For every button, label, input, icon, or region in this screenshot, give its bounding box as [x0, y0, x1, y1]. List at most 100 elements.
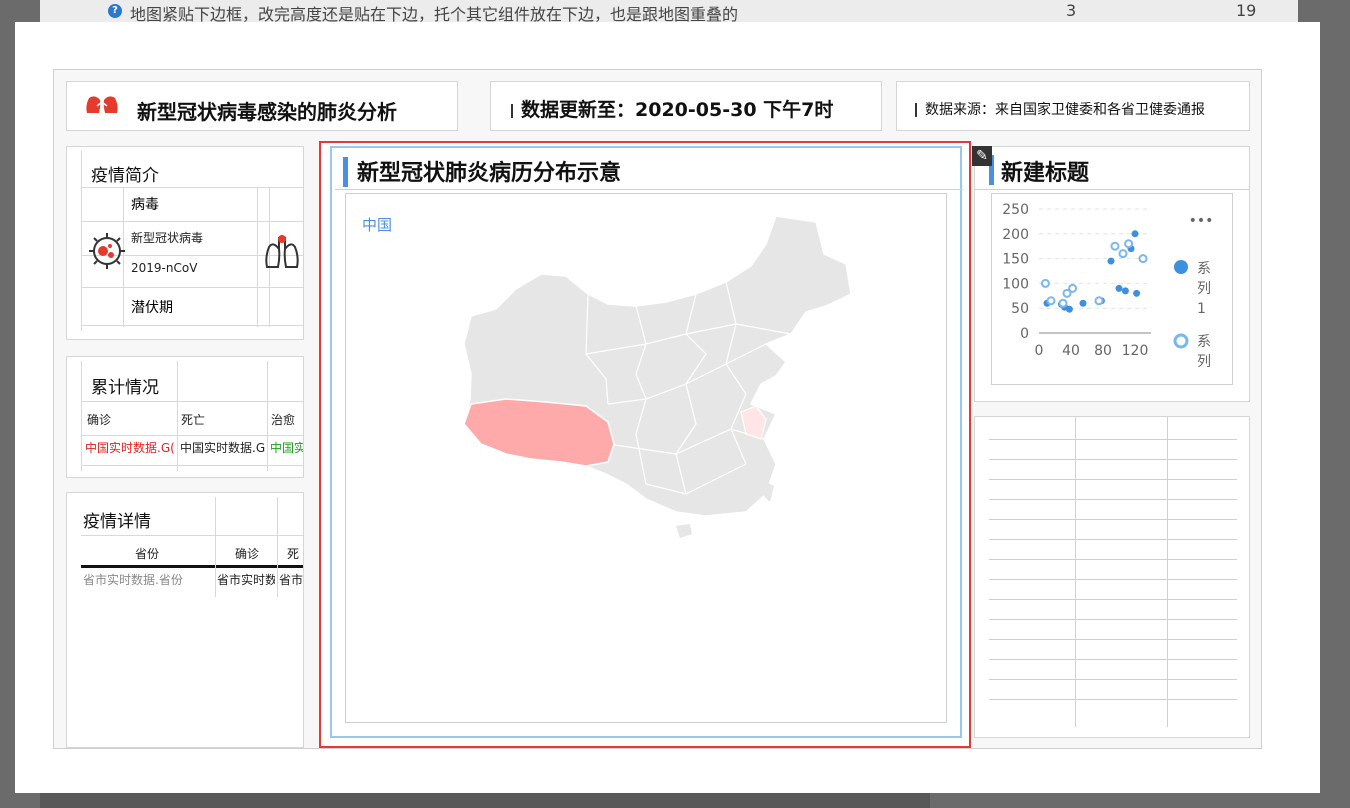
table-row-line: [989, 619, 1237, 620]
scatter-point: [1138, 254, 1148, 264]
virus-name: 新型冠状病毒: [131, 231, 204, 245]
legend-label-series-2: 系: [1197, 334, 1211, 350]
separator-bar: [915, 103, 917, 117]
table-row-line: [989, 659, 1237, 660]
table-row-line: [989, 579, 1237, 580]
table-row-line: [989, 679, 1237, 680]
scatter-point: [1121, 287, 1129, 295]
scatter-point: [1115, 284, 1123, 292]
map-area[interactable]: 中国: [345, 193, 947, 723]
header-title-pane[interactable]: 新型冠状病毒感染的肺炎分析: [66, 81, 458, 131]
legend-label-series-1: 系: [1197, 261, 1211, 277]
scatter-point: [1118, 249, 1128, 259]
y-tick-label: 200: [1002, 227, 1029, 243]
china-map[interactable]: [346, 194, 946, 722]
y-tick-label: 0: [1020, 326, 1029, 342]
table-col-line: [1075, 417, 1076, 727]
table-row-line: [989, 519, 1237, 520]
scatter-point: [1065, 305, 1073, 313]
confirmed-header: 确诊: [87, 413, 112, 427]
virus-label: 病毒: [131, 197, 159, 213]
cumulative-pane[interactable]: 累计情况 确诊 死亡 治愈 中国实时数据.G( 中国实时数据.G(TotalDe…: [66, 356, 304, 478]
confirmed-value: 中国实时数据.G(: [85, 441, 175, 455]
table-row-line: [989, 599, 1237, 600]
province-header: 省份: [135, 547, 160, 561]
lungs-outline-icon: [265, 235, 299, 268]
incubation-label: 潜伏期: [131, 300, 173, 316]
scatter-title: 新建标题: [1001, 161, 1090, 186]
scatter-point: [1131, 230, 1139, 238]
separator-bar: [511, 103, 513, 118]
scatter-point: [1068, 283, 1078, 293]
detail-pane[interactable]: 疫情详情 省份 确诊 死 省市实时数据.省份 省市实时数据.确 省市实时数据.死: [66, 492, 304, 748]
legend-marker-series-1: [1174, 260, 1188, 274]
cumulative-title: 累计情况: [91, 378, 159, 398]
scatter-point: [1124, 239, 1134, 249]
more-icon: •••: [1189, 213, 1214, 229]
scatter-point: [1058, 298, 1068, 308]
map-widget[interactable]: 新型冠状肺炎病历分布示意 中国: [319, 141, 971, 748]
legend-label-series-2: 列: [1197, 354, 1211, 370]
detail-title: 疫情详情: [83, 512, 151, 532]
death-header: 死亡: [181, 413, 206, 427]
scatter-point: [1040, 278, 1050, 288]
x-tick-label: 120: [1122, 343, 1149, 359]
table-row-line: [989, 439, 1237, 440]
virus-code: 2019-nCoV: [131, 261, 198, 275]
background-count-a: 3: [1066, 1, 1077, 20]
map-title: 新型冠状肺炎病历分布示意: [357, 161, 622, 186]
province-cell: 省市实时数据.省份: [83, 573, 183, 587]
background-row: ? 地图紧贴下边框，改完高度还是贴在下边，托个其它组件放在下边，也是跟地图重叠的…: [40, 0, 1298, 24]
y-tick-label: 50: [1011, 301, 1029, 317]
scatter-point: [1110, 241, 1120, 251]
scatter-point: [1107, 257, 1115, 265]
cured-value: 中国实时数据.G(To: [270, 441, 303, 455]
data-source: 数据来源：来自国家卫健委和各省卫健委通报: [915, 99, 1205, 119]
legend-label-series-1: 1: [1197, 301, 1206, 317]
table-row-line: [989, 499, 1237, 500]
death-col-header: 死: [287, 547, 300, 561]
x-tick-label: 0: [1035, 343, 1044, 359]
background-count-b: 19: [1236, 1, 1257, 20]
death-cell: 省市实时数据.死: [279, 573, 304, 587]
header-title: 新型冠状病毒感染的肺炎分析: [137, 100, 397, 124]
map-region-base[interactable]: [463, 215, 852, 517]
edit-icon[interactable]: ✎: [972, 146, 992, 166]
table-row-line: [989, 699, 1237, 700]
header-source-pane[interactable]: 数据来源：来自国家卫健委和各省卫健委通报: [896, 81, 1250, 131]
table-row-line: [989, 639, 1237, 640]
table-row-line: [989, 539, 1237, 540]
accent-bar: [343, 157, 348, 187]
background-toolbar: [40, 793, 930, 808]
lungs-icon: [86, 90, 118, 113]
intro-pane[interactable]: 疫情简介 病毒 新型冠状病毒 2019-nCoV 潜伏期: [66, 146, 304, 340]
y-tick-label: 100: [1002, 276, 1029, 292]
x-tick-label: 80: [1094, 343, 1112, 359]
scatter-chart[interactable]: 0501001502002500 40 80 120•••系列1系列: [991, 193, 1233, 385]
virus-icon: [89, 233, 125, 269]
legend-label-series-1: 列: [1197, 281, 1211, 297]
y-tick-label: 250: [1002, 202, 1029, 218]
death-value: 中国实时数据.G(TotalDead): [180, 441, 265, 455]
intro-title: 疫情简介: [91, 166, 159, 186]
update-time: 数据更新至：2020-05-30 下午7时: [511, 95, 833, 122]
confirmed-cell: 省市实时数据.确: [217, 573, 275, 587]
table-row-line: [989, 459, 1237, 460]
cured-header: 治愈: [271, 413, 296, 427]
table-row-line: [989, 559, 1237, 560]
table-row-line: [989, 479, 1237, 480]
scatter-point: [1046, 296, 1056, 306]
update-text: 数据更新至：2020-05-30 下午7时: [521, 99, 834, 121]
empty-table-pane[interactable]: [974, 416, 1250, 738]
x-tick-label: 40: [1062, 343, 1080, 359]
legend-marker-series-2: [1173, 333, 1189, 349]
table-col-line: [1167, 417, 1168, 727]
header-update-pane[interactable]: 数据更新至：2020-05-30 下午7时: [490, 81, 882, 131]
map-region-hainan[interactable]: [676, 524, 692, 538]
scatter-point: [1094, 296, 1104, 306]
scatter-pane[interactable]: 新建标题 0 50 100 150 200 250 0 40 80 120 ••• 系列 1 系列: [974, 146, 1250, 402]
y-tick-label: 150: [1002, 252, 1029, 268]
scatter-point: [1133, 289, 1141, 297]
confirmed-col-header: 确诊: [235, 547, 260, 561]
map-titlebar: 新型冠状肺炎病历分布示意: [335, 149, 963, 190]
